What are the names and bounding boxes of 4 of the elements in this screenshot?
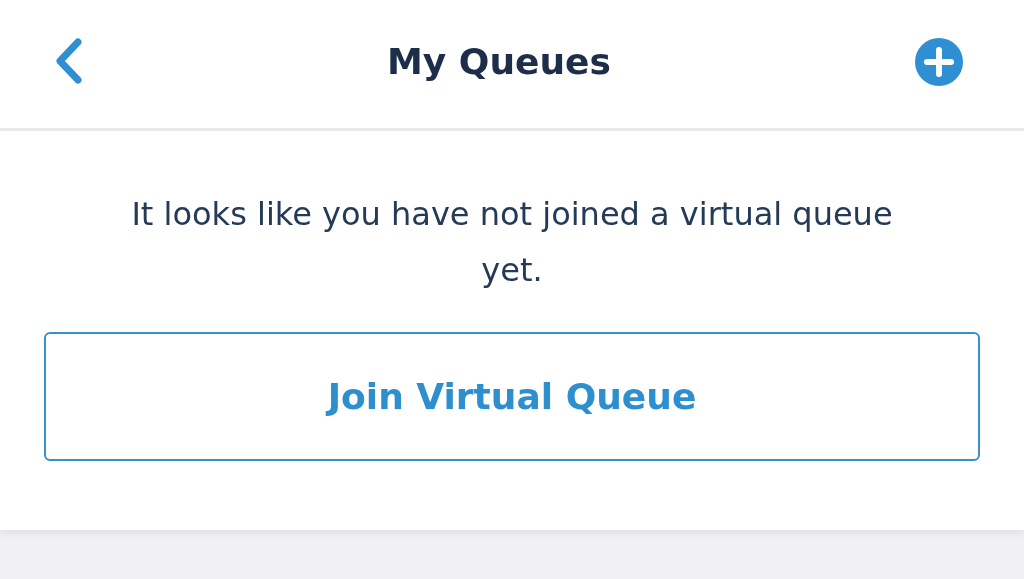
- page-title: My Queues: [387, 40, 611, 82]
- empty-message: It looks like you have not joined a virtual queue yet.: [130, 194, 894, 291]
- add-icon[interactable]: [914, 37, 964, 87]
- join-queue-button[interactable]: Join Virtual Queue: [44, 332, 980, 461]
